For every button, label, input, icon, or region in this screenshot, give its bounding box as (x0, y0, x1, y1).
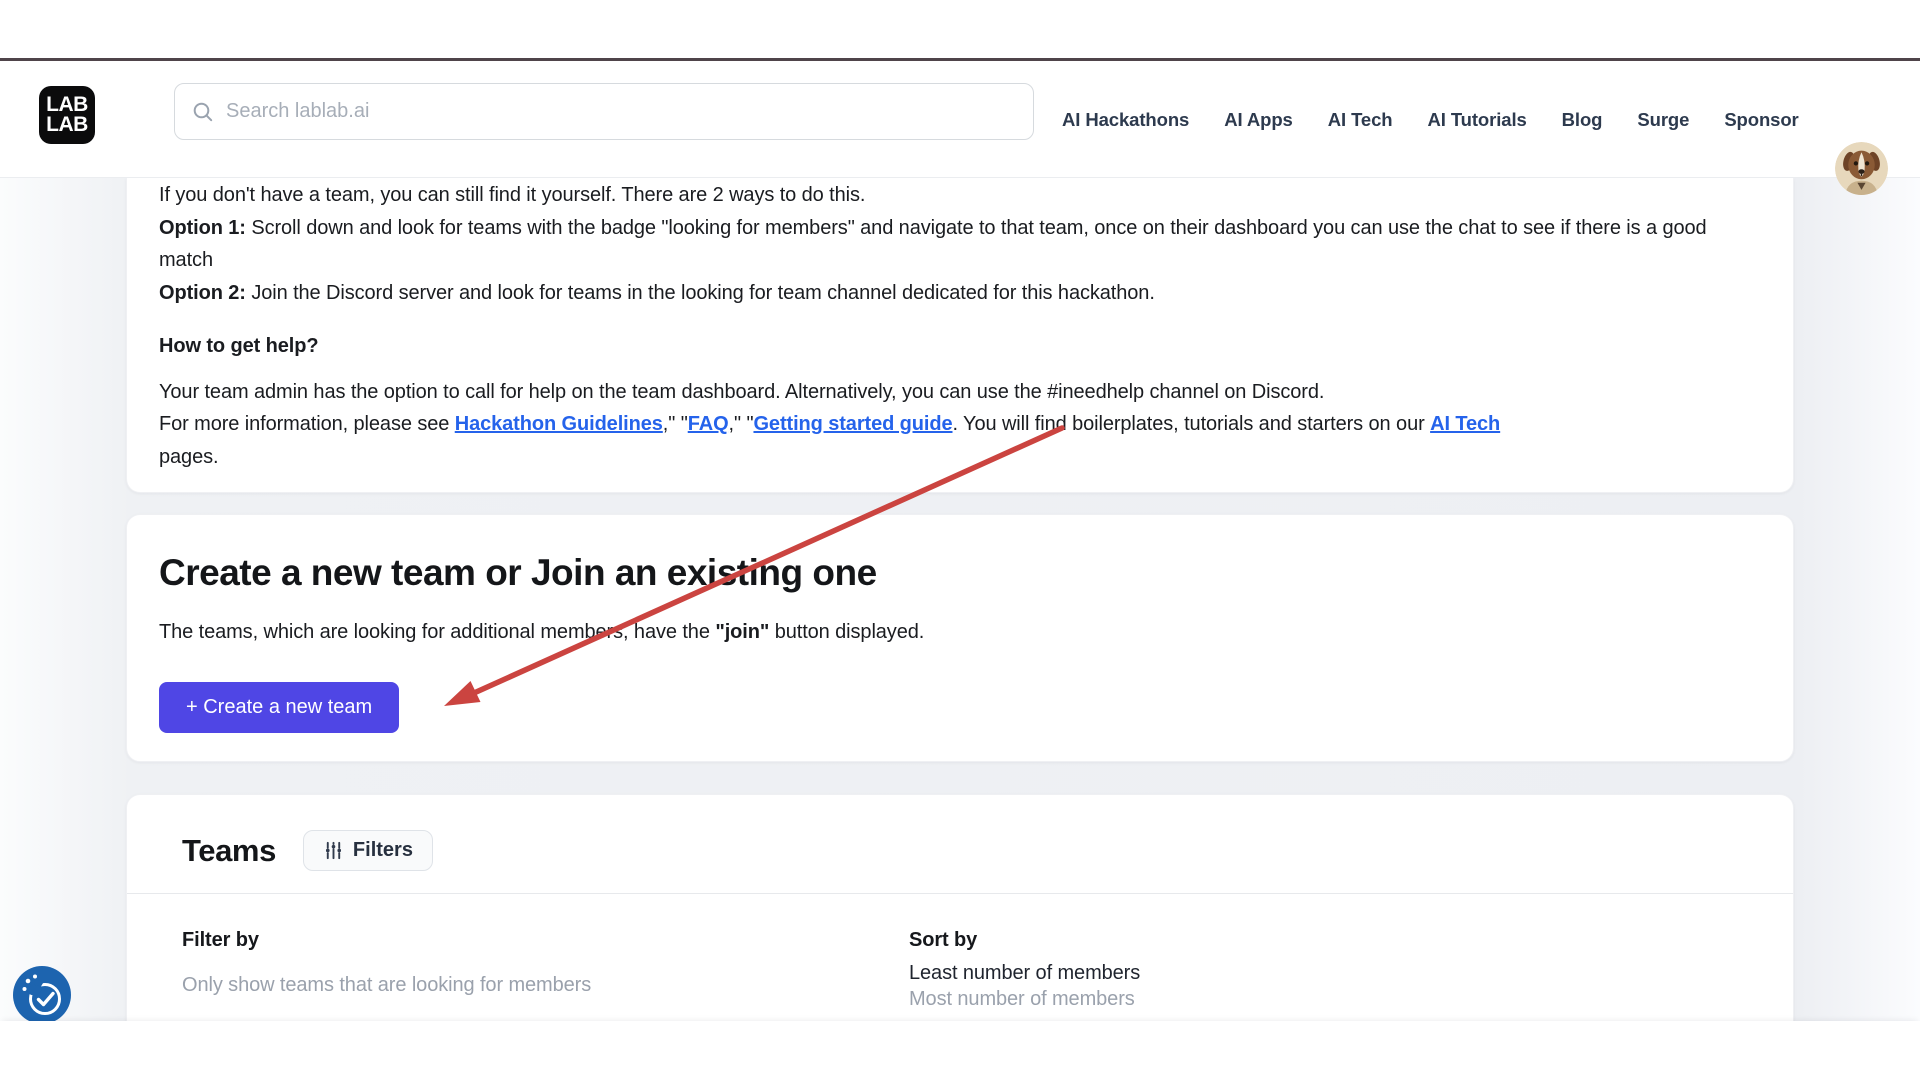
create-new-team-button[interactable]: + Create a new team (159, 682, 399, 733)
filter-option-looking-for-members[interactable]: Only show teams that are looking for mem… (182, 972, 591, 998)
help-sep1: ," " (663, 413, 688, 435)
page-content: If you don't have a team, you can still … (0, 178, 1920, 1021)
help-heading: How to get help? (159, 330, 1761, 363)
filter-by-column: Filter by Only show teams that are looki… (182, 927, 591, 998)
subtitle-post: button displayed. (769, 621, 924, 643)
dog-avatar-icon (1835, 142, 1888, 195)
user-avatar[interactable] (1835, 142, 1888, 195)
nav-link-ai-apps[interactable]: AI Apps (1224, 109, 1293, 131)
lablab-logo[interactable]: LAB LAB (39, 86, 95, 144)
option2-text: Join the Discord server and look for tea… (246, 282, 1155, 304)
help-line2-pre: For more information, please see (159, 413, 455, 435)
cookie-consent-widget[interactable] (13, 966, 71, 1024)
nav-link-blog[interactable]: Blog (1562, 109, 1603, 131)
nav-link-sponsor[interactable]: Sponsor (1724, 109, 1798, 131)
cookie-icon (13, 966, 71, 1024)
nav-link-ai-hackathons[interactable]: AI Hackathons (1062, 109, 1189, 131)
search-input[interactable] (226, 100, 1017, 123)
nav-link-ai-tech[interactable]: AI Tech (1328, 109, 1393, 131)
option1-label: Option 1: (159, 217, 246, 239)
find-team-intro-text: If you don't have a team, you can still … (159, 184, 865, 206)
site-header: LAB LAB AI Hackathons AI Apps AI Tech AI… (0, 61, 1920, 178)
filters-button-label: Filters (353, 839, 413, 862)
getting-started-guide-link[interactable]: Getting started guide (753, 413, 952, 435)
subtitle-join-bold: "join" (715, 621, 769, 643)
search-bar[interactable] (174, 83, 1034, 140)
ai-tech-link[interactable]: AI Tech (1430, 413, 1500, 435)
search-icon (191, 100, 215, 124)
bottom-whitespace (0, 1021, 1920, 1080)
option2-label: Option 2: (159, 282, 246, 304)
logo-text-line1: LAB (46, 95, 88, 115)
create-team-subtitle: The teams, which are looking for additio… (159, 616, 1761, 649)
create-team-card: Create a new team or Join an existing on… (126, 514, 1794, 762)
teams-card: Teams Filters Filter by Only show teams … (126, 794, 1794, 1021)
page: LAB LAB AI Hackathons AI Apps AI Tech AI… (0, 0, 1920, 1080)
help-line1: Your team admin has the option to call f… (159, 381, 1324, 403)
team-info-card: If you don't have a team, you can still … (126, 178, 1794, 493)
filters-button[interactable]: Filters (303, 830, 433, 871)
logo-text-line2: LAB (46, 115, 88, 135)
help-sep3: . You will find boilerplates, tutorials … (953, 413, 1431, 435)
find-team-intro: If you don't have a team, you can still … (159, 179, 1761, 309)
main-nav: AI Hackathons AI Apps AI Tech AI Tutoria… (1062, 61, 1799, 178)
filter-panel: Filter by Only show teams that are looki… (127, 894, 1793, 1021)
subtitle-pre: The teams, which are looking for additio… (159, 621, 715, 643)
help-sep2: ," " (729, 413, 754, 435)
sort-option-most-members[interactable]: Most number of members (909, 986, 1140, 1012)
nav-link-surge[interactable]: Surge (1637, 109, 1689, 131)
create-team-title: Create a new team or Join an existing on… (159, 551, 1761, 595)
sort-by-column: Sort by Least number of members Most num… (909, 927, 1140, 1012)
faq-link[interactable]: FAQ (688, 413, 729, 435)
sort-by-label: Sort by (909, 927, 1140, 953)
option1-text: Scroll down and look for teams with the … (159, 217, 1707, 272)
teams-title: Teams (182, 833, 276, 869)
help-line3: pages. (159, 446, 218, 468)
filter-by-label: Filter by (182, 927, 591, 953)
teams-card-header: Teams Filters (127, 795, 1793, 871)
filters-icon (323, 840, 344, 861)
sort-option-least-members[interactable]: Least number of members (909, 960, 1140, 986)
hackathon-guidelines-link[interactable]: Hackathon Guidelines (455, 413, 663, 435)
nav-link-ai-tutorials[interactable]: AI Tutorials (1427, 109, 1526, 131)
help-paragraph: Your team admin has the option to call f… (159, 376, 1761, 474)
